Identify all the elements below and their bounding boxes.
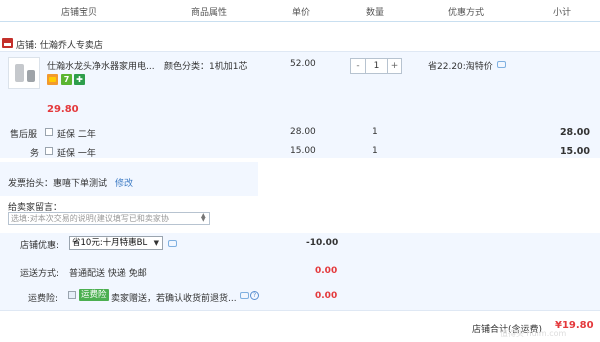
service-subtotal: 15.00 [559,146,590,157]
shipping-label: 运送方式: [20,269,60,279]
watermark: 值得买 huim.com [500,329,567,338]
service-qty: 1 [372,127,378,137]
insurance-label: 运费险: [28,294,59,304]
help-icon[interactable]: ? [250,291,259,300]
chat-icon[interactable] [240,292,249,299]
table-header: 店铺宝贝 商品属性 单价 数量 优惠方式 小计 [0,0,600,22]
service-checkbox[interactable] [45,147,53,155]
insurance-text: 卖家赠送，若确认收货前退货... [111,294,237,304]
shipping-method: 普通配送 快递 免邮 [69,269,147,279]
seller-message-placeholder: 选填:对本次交易的说明(建议填写已和卖家协 [11,214,169,223]
product-thumbnail[interactable] [8,57,40,89]
quantity-stepper: - 1 + [350,58,402,74]
seven-day-return-badge: 7 [61,74,72,85]
unit-price: 52.00 [290,59,316,69]
col-header-qty: 数量 [366,8,385,18]
invoice-title: 发票抬头：惠嘻下单测试 [8,179,108,189]
service-option: 延保 二年 [57,130,96,140]
col-header-discount: 优惠方式 [448,8,485,18]
shipping-amount: 0.00 [315,266,338,276]
insurance-checkbox[interactable] [68,291,76,299]
col-header-attr: 商品属性 [191,8,228,18]
discount-text: 省22.20:淘特价 [428,62,493,72]
store-label: 店铺: [16,41,38,51]
col-header-price: 单价 [292,8,311,18]
item-subtotal-price: 29.80 [47,104,79,115]
col-header-store: 店铺宝贝 [61,8,98,18]
qty-minus-button[interactable]: - [351,59,366,73]
shop-discount-amount: -10.00 [306,238,339,248]
product-title[interactable]: 仕瀚水龙头净水器家用电... [47,59,157,72]
service-price: 15.00 [290,146,316,156]
order-item: 仕瀚水龙头净水器家用电... 7 ✚ 颜色分类：1机加1芯 52.00 - 1 … [0,51,600,159]
shop-discount-label: 店铺优惠: [20,241,60,251]
qty-input[interactable]: 1 [366,59,387,73]
service-checkbox[interactable] [45,128,53,136]
col-header-subtotal: 小计 [553,8,572,18]
invoice-panel: 发票抬头：惠嘻下单测试 修改 [0,162,258,196]
chevron-down-icon: ▼ [153,239,159,247]
scroll-arrows-icon[interactable]: ▲ ▼ [201,213,208,223]
chat-icon[interactable] [497,61,506,68]
order-options-panel: 店铺优惠: 省10元:十月特惠BL ▼ -10.00 运送方式: 普通配送 快递… [0,233,600,311]
store-name-line[interactable]: 店铺: 仕瀚乔人专卖店 [16,38,103,51]
insurance-amount: 0.00 [315,291,338,301]
chat-icon[interactable] [168,240,177,247]
shop-discount-select[interactable]: 省10元:十月特惠BL ▼ [69,236,163,250]
card-payment-icon [47,74,58,85]
service-qty: 1 [372,146,378,156]
service-subtotal: 28.00 [559,127,590,138]
shop-icon [2,38,13,48]
insurance-tag: 运费险 [79,289,109,301]
guarantee-icon: ✚ [74,74,85,85]
service-label-cont: 务 [30,149,40,159]
service-label: 售后服 [10,130,38,140]
service-price: 28.00 [290,127,316,137]
seller-message-input[interactable]: 选填:对本次交易的说明(建议填写已和卖家协 ▲ ▼ [8,212,210,225]
store-row: 店铺: 仕瀚乔人专卖店 [0,35,600,51]
service-option: 延保 一年 [57,149,96,159]
store-name[interactable]: 仕瀚乔人专卖店 [40,41,103,51]
qty-plus-button[interactable]: + [387,59,401,73]
product-sku: 颜色分类：1机加1芯 [164,62,248,72]
invoice-edit-link[interactable]: 修改 [115,176,133,189]
shop-discount-value: 省10元:十月特惠BL [72,238,148,248]
